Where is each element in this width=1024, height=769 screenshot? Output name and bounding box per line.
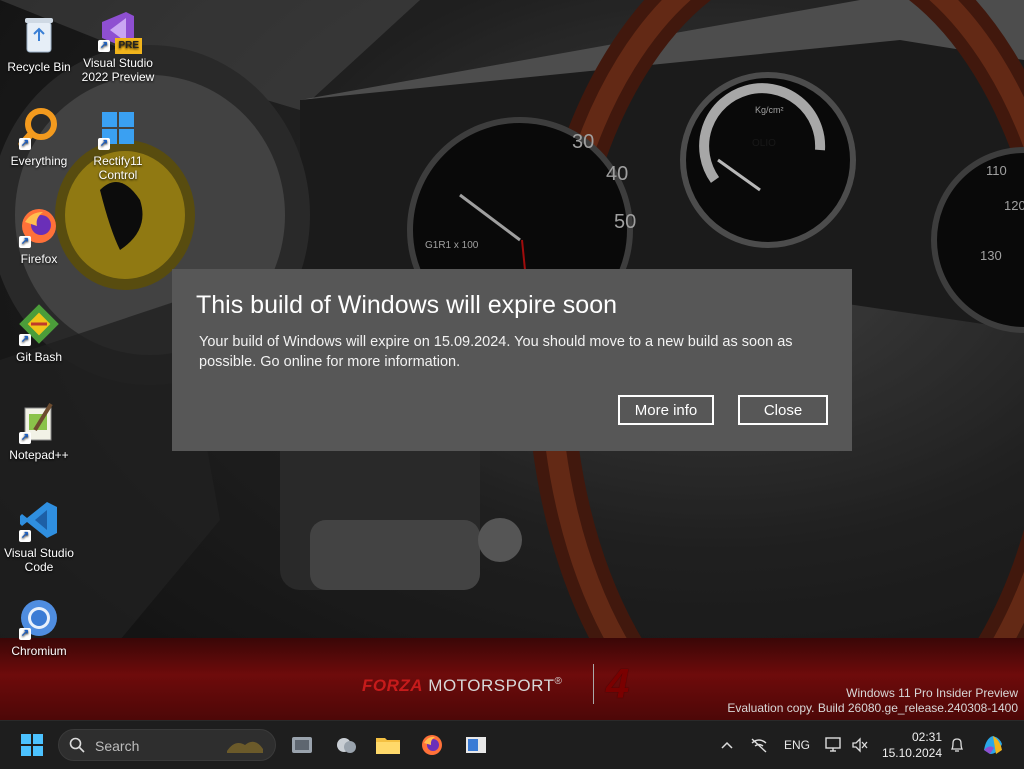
desktop-icon-notepad-plus-plus[interactable]: ↗ Notepad++	[0, 400, 78, 462]
clock-date: 15.10.2024	[881, 746, 942, 760]
shortcut-arrow-icon: ↗	[19, 138, 31, 150]
clock-time: 02:31	[911, 730, 942, 744]
shortcut-arrow-icon: ↗	[98, 138, 110, 150]
start-icon	[21, 734, 43, 756]
desktop-icon-git-bash[interactable]: ↗ Git Bash	[0, 302, 78, 364]
start-button[interactable]	[14, 721, 50, 769]
recycle-bin-icon	[17, 12, 61, 56]
everything-search-icon: ↗	[17, 106, 61, 150]
copilot-button[interactable]	[976, 721, 1010, 769]
chromium-icon: ↗	[17, 596, 61, 640]
show-hidden-icons-button[interactable]	[716, 721, 738, 769]
shortcut-arrow-icon: ↗	[19, 530, 31, 542]
desktop-icon-vscode[interactable]: ↗ Visual Studio Code	[0, 498, 78, 574]
brand-trademark: ®	[554, 676, 563, 687]
desktop-icon-firefox[interactable]: ↗ Firefox	[0, 204, 78, 266]
more-info-button[interactable]: More info	[618, 395, 714, 425]
task-view-button[interactable]	[286, 721, 318, 769]
shortcut-arrow-icon: ↗	[98, 40, 110, 52]
desktop-icon-label: Chromium	[11, 644, 67, 658]
desktop-icon-recycle-bin[interactable]: Recycle Bin	[0, 12, 78, 74]
tray-volume-button[interactable]	[848, 721, 872, 769]
notepad-plus-plus-icon: ↗	[17, 400, 61, 444]
desktop-icon-label: Firefox	[20, 252, 58, 266]
app-window-icon	[466, 737, 486, 753]
watermark-edition: Windows 11 Pro Insider Preview	[846, 686, 1018, 700]
copilot-icon	[984, 736, 1002, 754]
taskbar-search[interactable]	[58, 729, 276, 761]
chevron-up-icon	[721, 741, 733, 749]
file-explorer-icon	[376, 738, 400, 754]
firefox-icon	[422, 735, 442, 755]
brand-divider	[593, 664, 594, 704]
tray-display-button[interactable]	[822, 721, 846, 769]
file-explorer-button[interactable]	[372, 721, 404, 769]
taskbar: ENG 02:31 15.10.2024	[0, 720, 1024, 769]
desktop-icon-label: Notepad++	[9, 448, 69, 462]
monitor-icon	[825, 737, 841, 752]
dialog-message: Your build of Windows will expire on 15.…	[199, 334, 793, 370]
git-bash-icon: ↗	[17, 302, 61, 346]
notifications-button[interactable]	[946, 721, 968, 769]
desktop-icon-label: Everything	[10, 154, 68, 168]
shortcut-arrow-icon: ↗	[19, 432, 31, 444]
desktop-icon-chromium[interactable]: ↗ Chromium	[0, 596, 78, 658]
desktop-icon-label: Visual Studio 2022 Preview	[81, 56, 155, 84]
taskbar-firefox-button[interactable]	[416, 721, 448, 769]
visual-studio-preview-icon: PRE ↗	[96, 8, 142, 54]
preview-badge: PRE	[115, 38, 142, 54]
input-language-button[interactable]: ENG	[782, 721, 812, 769]
taskbar-app-button[interactable]	[460, 721, 492, 769]
build-expiry-dialog: This build of Windows will expire soon Y…	[172, 269, 852, 451]
brand-number-4: 4	[606, 660, 630, 707]
desktop-icon-label: Recycle Bin	[7, 60, 71, 74]
desktop-icon-label: Visual Studio Code	[4, 546, 74, 574]
shortcut-arrow-icon: ↗	[19, 236, 31, 248]
dialog-title: This build of Windows will expire soon	[196, 291, 618, 319]
vscode-icon: ↗	[17, 498, 61, 542]
network-disconnected-icon	[751, 738, 767, 753]
close-button[interactable]: Close	[738, 395, 828, 425]
shortcut-arrow-icon: ↗	[19, 628, 31, 640]
search-icon	[69, 737, 85, 753]
system-clock[interactable]: 02:31 15.10.2024	[876, 729, 942, 761]
rectify11-control-icon: ↗	[96, 106, 140, 150]
desktop-icon-label: Git Bash	[15, 350, 63, 364]
brand-motorsport-text: MOTORSPORT	[428, 676, 555, 695]
bell-icon	[950, 738, 964, 752]
search-input[interactable]	[93, 736, 247, 756]
task-view-icon	[292, 737, 312, 753]
widgets-button[interactable]	[330, 721, 362, 769]
shortcut-arrow-icon: ↗	[19, 334, 31, 346]
tray-network-status[interactable]	[746, 721, 772, 769]
watermark-build: Evaluation copy. Build 26080.ge_release.…	[727, 701, 1018, 715]
desktop-icon-everything[interactable]: ↗ Everything	[0, 106, 78, 168]
desktop-icon-label: Rectify11 Control	[93, 154, 143, 182]
brand-forza-text: FORZA	[362, 676, 424, 695]
forza-motorsport-logo: FORZA MOTORSPORT®	[362, 676, 562, 696]
search-highlight-icon	[227, 741, 263, 753]
insider-watermark: Windows 11 Pro Insider Preview Evaluatio…	[727, 686, 1018, 716]
firefox-icon: ↗	[17, 204, 61, 248]
speaker-muted-icon	[852, 737, 868, 753]
desktop-icon-rectify11[interactable]: ↗ Rectify11 Control	[79, 106, 157, 182]
desktop-icon-visual-studio-preview[interactable]: PRE ↗ Visual Studio 2022 Preview	[79, 8, 157, 84]
widgets-weather-icon	[337, 738, 356, 753]
